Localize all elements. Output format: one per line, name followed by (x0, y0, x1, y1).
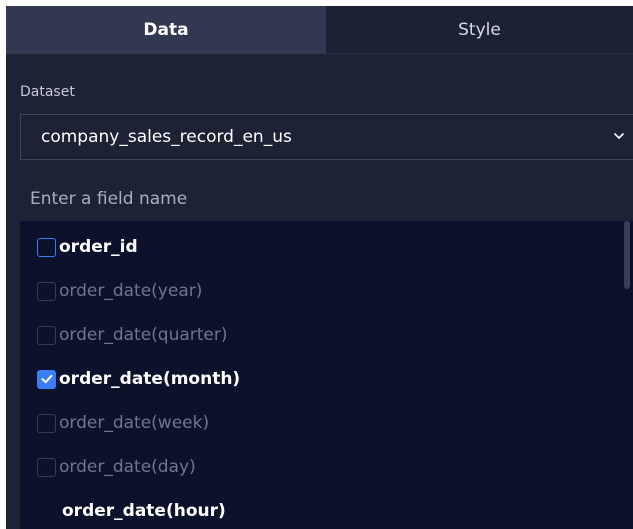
field-list: order_id order_date(year) order_date(qua… (20, 221, 633, 529)
dataset-selected-value: company_sales_record_en_us (41, 127, 292, 147)
tab-bar: Data Style (6, 6, 633, 54)
field-item-order-date-quarter[interactable]: order_date(quarter) (20, 313, 620, 357)
field-list-scrollbar[interactable] (624, 221, 630, 289)
field-search-input[interactable] (20, 178, 633, 220)
field-item-order-date-hour[interactable]: order_date(hour) (20, 489, 620, 529)
field-item-order-id[interactable]: order_id (20, 225, 620, 269)
tab-style[interactable]: Style (326, 6, 633, 54)
chevron-down-icon (614, 133, 624, 139)
tab-data-label: Data (143, 20, 189, 40)
field-checkbox[interactable] (37, 281, 56, 301)
field-checkbox[interactable] (37, 325, 56, 345)
dataset-select[interactable]: company_sales_record_en_us (20, 114, 633, 160)
field-item-order-date-month[interactable]: order_date(month) (20, 357, 620, 401)
field-label: order_date(year) (59, 281, 203, 301)
field-settings-panel: Data Style Dataset company_sales_record_… (6, 6, 633, 529)
field-checkbox-checked[interactable] (37, 369, 56, 389)
field-item-order-date-day[interactable]: order_date(day) (20, 445, 620, 489)
field-label: order_date(week) (59, 413, 210, 433)
checkmark-icon (41, 374, 52, 384)
field-label: order_date(quarter) (59, 325, 228, 345)
tab-style-label: Style (458, 19, 501, 40)
field-item-order-date-week[interactable]: order_date(week) (20, 401, 620, 445)
tab-data[interactable]: Data (6, 6, 326, 54)
field-checkbox[interactable] (37, 413, 56, 433)
field-label: order_date(day) (59, 457, 196, 477)
field-label: order_date(hour) (62, 501, 226, 521)
field-item-order-date-year[interactable]: order_date(year) (20, 269, 620, 313)
dataset-label: Dataset (20, 84, 75, 100)
field-checkbox[interactable] (37, 457, 56, 477)
field-checkbox[interactable] (37, 237, 56, 257)
field-label: order_id (59, 237, 138, 257)
field-label: order_date(month) (59, 369, 241, 389)
